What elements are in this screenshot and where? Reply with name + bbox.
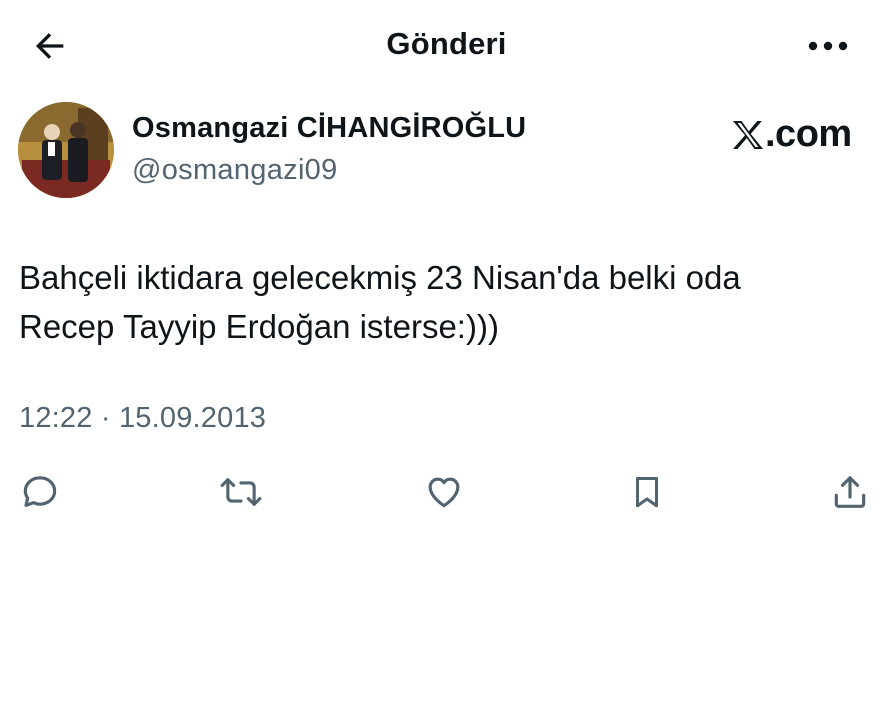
bookmark-icon [635,477,659,508]
timestamp-separator: · [92,402,119,434]
like-button[interactable] [418,466,470,518]
reply-button[interactable] [14,466,66,518]
repost-icon [220,478,262,506]
x-logo-icon [733,120,763,149]
tweet-text-line: Bahçeli iktidara gelecekmiş 23 Nisan'da … [19,259,741,296]
post-date: 15.09.2013 [118,402,267,434]
author-handle[interactable]: @osmangazi09 [132,154,338,187]
avatar[interactable] [18,102,114,198]
bookmark-button[interactable] [621,466,673,518]
tweet-text: Bahçeli iktidara gelecekmiş 23 Nisan'da … [19,253,869,351]
heart-icon [428,477,460,508]
reply-icon [23,476,57,507]
x-com-watermark: .com [732,113,852,156]
avatar-photo [18,102,114,198]
author-display-name[interactable]: Osmangazi CİHANGİROĞLU [132,112,526,145]
more-options-button[interactable] [800,24,856,68]
tweet-text-line: Recep Tayyip Erdoğan isterse:))) [19,308,499,345]
repost-button[interactable] [215,466,267,518]
post-time: 12:22 [19,402,93,434]
action-bar [0,466,893,518]
more-horizontal-icon [808,41,848,51]
share-button[interactable] [824,466,876,518]
brand-suffix: .com [765,113,852,155]
page-title: Gönderi [386,26,507,61]
top-bar: Gönderi [0,0,893,90]
timestamp[interactable]: 12:22 · 15.09.2013 [19,402,266,435]
share-icon [834,476,866,508]
